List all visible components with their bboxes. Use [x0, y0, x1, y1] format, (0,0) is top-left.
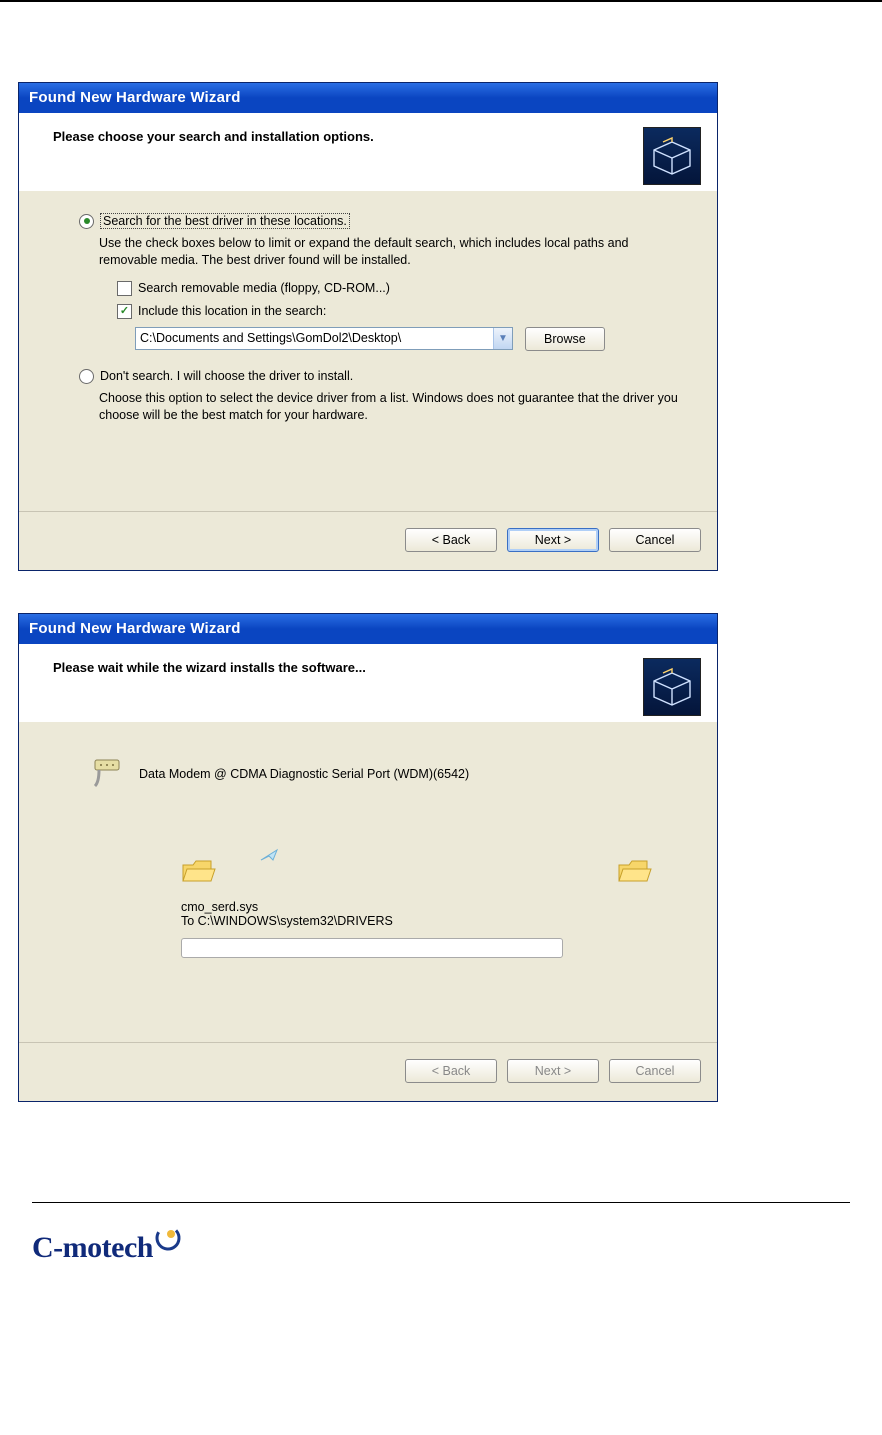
checkbox-include-label: Include this location in the search:	[138, 304, 326, 318]
location-path-text: C:\Documents and Settings\GomDol2\Deskto…	[136, 328, 493, 349]
checkbox-icon	[117, 281, 132, 296]
option2-description: Choose this option to select the device …	[99, 390, 683, 424]
next-button: Next >	[507, 1059, 599, 1083]
button-bar: < Back Next > Cancel	[19, 1042, 717, 1101]
destination-path: To C:\WINDOWS\system32\DRIVERS	[181, 914, 683, 928]
back-button: < Back	[405, 1059, 497, 1083]
dialog-header: Please wait while the wizard installs th…	[19, 644, 717, 722]
folder-open-icon	[617, 857, 653, 887]
wizard-dialog-1: Found New Hardware Wizard Please choose …	[18, 82, 718, 571]
serial-port-icon	[89, 756, 125, 792]
checkbox-removable-label: Search removable media (floppy, CD-ROM..…	[138, 281, 390, 295]
window-title: Found New Hardware Wizard	[19, 83, 717, 113]
folder-open-icon	[181, 857, 217, 887]
progress-bar	[181, 938, 563, 958]
brand-logo-icon	[155, 1225, 181, 1251]
browse-button[interactable]: Browse	[525, 327, 605, 351]
radio-search-label: Search for the best driver in these loca…	[100, 213, 350, 229]
dialog-body: Data Modem @ CDMA Diagnostic Serial Port…	[19, 722, 717, 1042]
file-name: cmo_serd.sys	[181, 900, 683, 914]
radio-icon	[79, 369, 94, 384]
footer-separator	[32, 1202, 850, 1203]
radio-dont-search[interactable]: Don't search. I will choose the driver t…	[79, 369, 683, 384]
wizard-dialog-2: Found New Hardware Wizard Please wait wh…	[18, 613, 718, 1102]
option1-description: Use the check boxes below to limit or ex…	[99, 235, 683, 269]
radio-search[interactable]: Search for the best driver in these loca…	[79, 213, 683, 229]
chevron-down-icon[interactable]: ▼	[493, 328, 512, 349]
paper-fly-icon	[259, 846, 281, 864]
brand-text: C-motech	[32, 1231, 153, 1265]
checkbox-include-location[interactable]: Include this location in the search:	[117, 304, 683, 319]
cancel-button[interactable]: Cancel	[609, 528, 701, 552]
brand-footer: C-motech	[32, 1225, 864, 1275]
cancel-button: Cancel	[609, 1059, 701, 1083]
checkbox-icon	[117, 304, 132, 319]
checkbox-removable-media[interactable]: Search removable media (floppy, CD-ROM..…	[117, 281, 683, 296]
hardware-box-icon	[643, 658, 701, 716]
next-button[interactable]: Next >	[507, 528, 599, 552]
location-path-combo[interactable]: C:\Documents and Settings\GomDol2\Deskto…	[135, 327, 513, 350]
dialog-body: Search for the best driver in these loca…	[19, 191, 717, 511]
radio-icon	[79, 214, 94, 229]
dialog-header: Please choose your search and installati…	[19, 113, 717, 191]
hardware-box-icon	[643, 127, 701, 185]
header-title: Please choose your search and installati…	[53, 129, 374, 144]
radio-dont-search-label: Don't search. I will choose the driver t…	[100, 369, 353, 383]
header-title: Please wait while the wizard installs th…	[53, 660, 366, 675]
window-title: Found New Hardware Wizard	[19, 614, 717, 644]
button-bar: < Back Next > Cancel	[19, 511, 717, 570]
device-name: Data Modem @ CDMA Diagnostic Serial Port…	[139, 767, 469, 781]
back-button[interactable]: < Back	[405, 528, 497, 552]
